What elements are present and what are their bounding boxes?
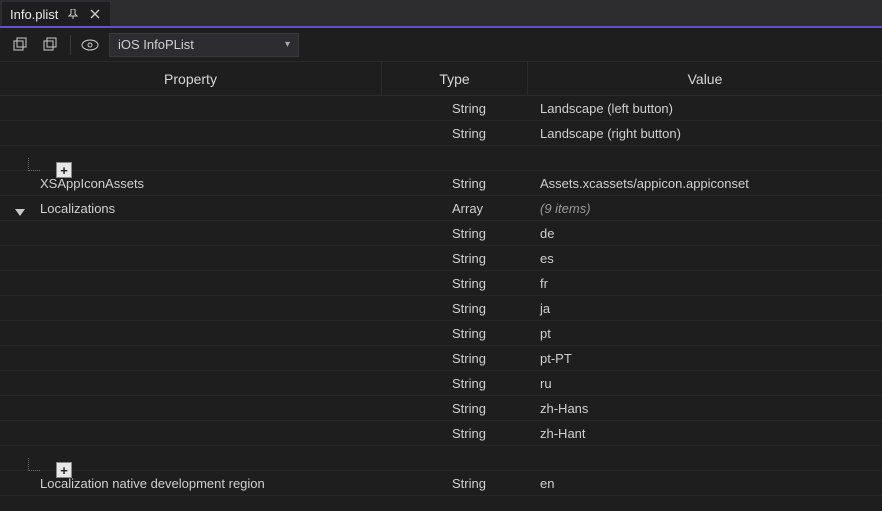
separator <box>70 35 71 55</box>
type-cell: Array <box>382 201 528 216</box>
type-cell: String <box>382 326 528 341</box>
table-row[interactable]: String ru <box>0 371 882 396</box>
table-row[interactable]: Localizations Array (9 items) <box>0 196 882 221</box>
value-cell[interactable]: fr <box>528 276 882 291</box>
value-cell[interactable]: Landscape (right button) <box>528 126 882 141</box>
value-cell[interactable]: es <box>528 251 882 266</box>
tab-info-plist[interactable]: Info.plist <box>2 2 110 26</box>
type-cell: String <box>382 301 528 316</box>
value-label: es <box>540 251 554 266</box>
type-cell: String <box>382 401 528 416</box>
tree-elbow <box>28 158 40 171</box>
type-label: String <box>452 301 486 316</box>
type-cell: String <box>382 426 528 441</box>
type-cell: String <box>382 376 528 391</box>
column-headers: Property Type Value <box>0 62 882 96</box>
type-label: Array <box>452 201 483 216</box>
type-label: String <box>452 326 486 341</box>
type-label: String <box>452 276 486 291</box>
type-label: String <box>452 251 486 266</box>
type-label: String <box>452 126 486 141</box>
type-label: String <box>452 376 486 391</box>
table-row[interactable]: + <box>0 446 882 471</box>
value-label: Landscape (left button) <box>540 101 673 116</box>
value-label: Assets.xcassets/appicon.appiconset <box>540 176 749 191</box>
table-row[interactable]: String ja <box>0 296 882 321</box>
expander-icon[interactable] <box>15 209 25 216</box>
value-label: en <box>540 476 554 491</box>
table-row[interactable]: String fr <box>0 271 882 296</box>
column-header-property[interactable]: Property <box>0 62 382 95</box>
type-label: String <box>452 476 486 491</box>
toolbar: iOS InfoPList ▾ <box>0 28 882 62</box>
view-source-icon[interactable] <box>79 34 101 56</box>
scheme-dropdown[interactable]: iOS InfoPList ▾ <box>109 33 299 57</box>
property-label: Localization native development region <box>40 476 265 491</box>
table-row[interactable]: String zh-Hans <box>0 396 882 421</box>
property-label: XSAppIconAssets <box>40 176 144 191</box>
type-label: String <box>452 226 486 241</box>
type-cell: String <box>382 176 528 191</box>
tree-elbow <box>28 458 40 471</box>
value-cell[interactable]: pt-PT <box>528 351 882 366</box>
value-cell[interactable]: zh-Hans <box>528 401 882 416</box>
dropdown-label: iOS InfoPList <box>118 37 194 52</box>
pin-icon[interactable] <box>66 7 80 21</box>
property-cell: Localization native development region <box>0 476 382 491</box>
value-cell[interactable]: pt <box>528 326 882 341</box>
column-header-type[interactable]: Type <box>382 62 528 95</box>
type-cell: String <box>382 351 528 366</box>
value-label: ru <box>540 376 552 391</box>
value-cell[interactable]: Assets.xcassets/appicon.appiconset <box>528 176 882 191</box>
value-cell[interactable]: de <box>528 226 882 241</box>
value-cell[interactable]: zh-Hant <box>528 426 882 441</box>
table-row[interactable]: XSAppIconAssets String Assets.xcassets/app… <box>0 171 882 196</box>
table-row[interactable]: String es <box>0 246 882 271</box>
value-label: de <box>540 226 554 241</box>
value-cell[interactable]: Landscape (left button) <box>528 101 882 116</box>
chevron-down-icon: ▾ <box>285 39 290 50</box>
type-label: String <box>452 426 486 441</box>
property-label: Localizations <box>40 201 115 216</box>
value-cell[interactable]: en <box>528 476 882 491</box>
value-cell[interactable]: ru <box>528 376 882 391</box>
type-cell: String <box>382 101 528 116</box>
table-row[interactable]: String Landscape (right button) <box>0 121 882 146</box>
property-cell: Localizations <box>0 201 382 216</box>
tab-strip: Info.plist <box>0 0 882 28</box>
table-row[interactable]: + <box>0 146 882 171</box>
property-grid: String Landscape (left button) String Lands… <box>0 96 882 496</box>
table-row[interactable]: String zh-Hant <box>0 421 882 446</box>
table-row[interactable]: Localization native development region St… <box>0 471 882 496</box>
type-cell: String <box>382 276 528 291</box>
value-label: zh-Hant <box>540 426 586 441</box>
value-label: ja <box>540 301 550 316</box>
value-cell[interactable]: (9 items) <box>528 201 882 216</box>
value-label: Landscape (right button) <box>540 126 681 141</box>
table-row[interactable]: String pt-PT <box>0 346 882 371</box>
table-row[interactable]: String de <box>0 221 882 246</box>
type-cell: String <box>382 251 528 266</box>
table-row[interactable]: String Landscape (left button) <box>0 96 882 121</box>
collapse-all-icon[interactable] <box>40 34 62 56</box>
type-label: String <box>452 351 486 366</box>
type-label: String <box>452 101 486 116</box>
value-label: pt-PT <box>540 351 572 366</box>
property-cell: XSAppIconAssets <box>0 176 382 191</box>
table-row[interactable]: String pt <box>0 321 882 346</box>
close-icon[interactable] <box>88 7 102 21</box>
value-cell[interactable]: ja <box>528 301 882 316</box>
type-cell: String <box>382 126 528 141</box>
type-cell: String <box>382 476 528 491</box>
type-label: String <box>452 401 486 416</box>
column-header-value[interactable]: Value <box>528 62 882 95</box>
type-cell: String <box>382 226 528 241</box>
value-label: fr <box>540 276 548 291</box>
value-label: zh-Hans <box>540 401 588 416</box>
value-label: pt <box>540 326 551 341</box>
type-label: String <box>452 176 486 191</box>
value-label: (9 items) <box>540 201 591 216</box>
tab-title: Info.plist <box>10 7 58 22</box>
expand-all-icon[interactable] <box>10 34 32 56</box>
